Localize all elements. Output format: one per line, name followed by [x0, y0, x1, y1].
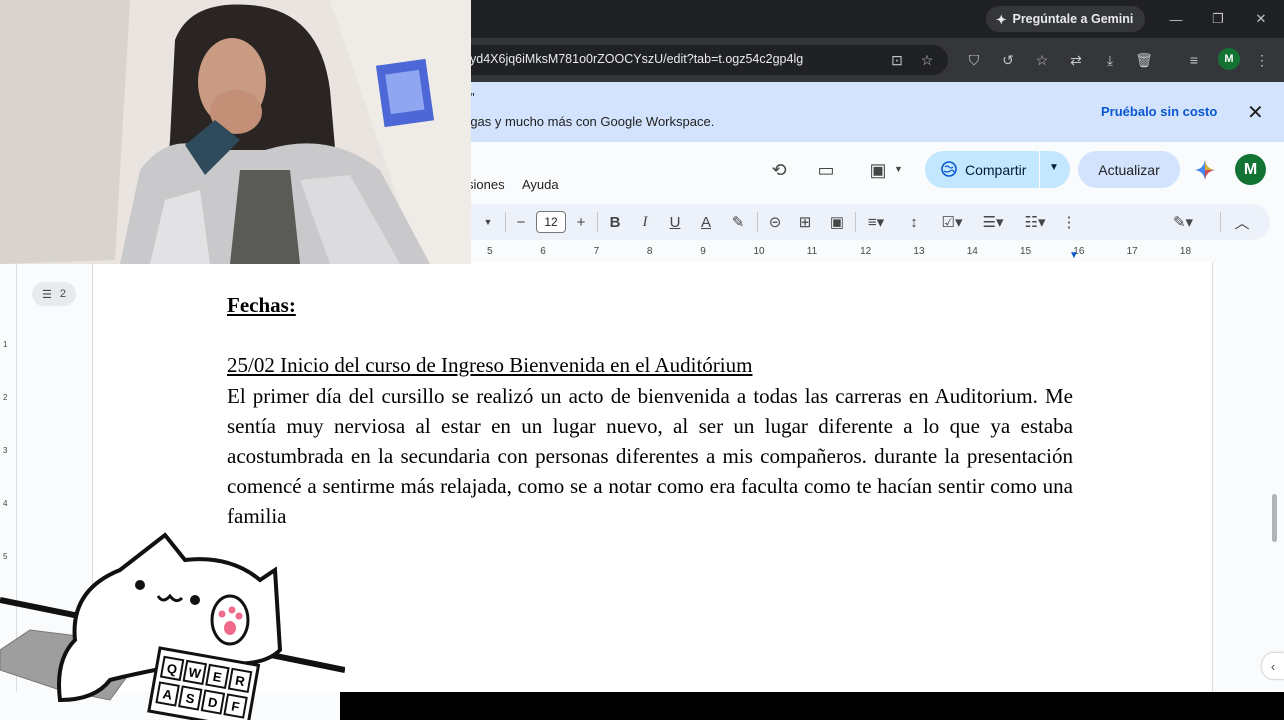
browser-profile-avatar[interactable]: M	[1218, 48, 1240, 70]
toolbar-separator	[1220, 212, 1221, 232]
promo-text: rgas y mucho más con Google Workspace.	[466, 114, 715, 129]
ruler-number: 14	[966, 246, 978, 257]
google-lens-icon[interactable]: ⊡	[886, 49, 908, 71]
browser-menu-icon[interactable]: ⋮	[1251, 49, 1273, 71]
media-queue-icon[interactable]: ≡	[1183, 49, 1205, 71]
account-avatar[interactable]: M	[1235, 154, 1266, 185]
gemini-sparkle-icon: ✦	[996, 12, 1007, 27]
insert-image-icon[interactable]: ▣	[827, 210, 847, 234]
outline-list-icon: ☰	[42, 288, 52, 301]
incognito-icon[interactable]: ⛉	[963, 49, 985, 71]
ask-gemini-label: Pregúntale a Gemini	[1012, 12, 1134, 26]
try-free-link[interactable]: Pruébalo sin costo	[1101, 104, 1217, 119]
cat-eye-left-icon	[135, 580, 145, 590]
bookmark-star-icon[interactable]: ☆	[916, 49, 938, 71]
outline-count: 2	[59, 288, 66, 300]
ruler-number: 13	[913, 246, 925, 257]
ruler-number: 10	[753, 246, 765, 257]
bulleted-list-dropdown-icon[interactable]: ☰▾	[975, 210, 1011, 234]
download-icon[interactable]: ⤓	[1099, 49, 1121, 71]
bold-icon[interactable]: B	[606, 210, 624, 234]
ruler-number: 12	[860, 246, 872, 257]
ruler-number: 11	[806, 246, 818, 257]
entry-title[interactable]: 25/02 Inicio del curso de Ingreso Bienve…	[227, 353, 752, 378]
minimize-icon[interactable]: —	[1165, 8, 1187, 30]
vertical-scrollbar-thumb[interactable]	[1272, 494, 1277, 542]
menu-extensions[interactable]: siones	[467, 177, 505, 192]
ruler-number: 15	[1020, 246, 1032, 257]
section-heading[interactable]: Fechas:	[227, 293, 296, 318]
menu-help[interactable]: Ayuda	[522, 177, 559, 192]
highlight-icon[interactable]: ✎	[728, 210, 748, 234]
font-dropdown-caret-icon[interactable]: ▼	[482, 210, 494, 234]
numbered-list-dropdown-icon[interactable]: ☷▾	[1017, 210, 1053, 234]
favorites-icon[interactable]: ☆	[1031, 49, 1053, 71]
align-dropdown-icon[interactable]: ≡▾	[862, 210, 890, 234]
increase-font-icon[interactable]: +	[572, 210, 590, 234]
vertical-ruler-number: 4	[3, 499, 8, 508]
toolbar-separator	[855, 212, 856, 232]
entry-body-paragraph[interactable]: El primer día del cursillo se realizó un…	[227, 381, 1073, 531]
meet-caret-icon[interactable]: ▼	[894, 164, 903, 174]
vertical-ruler-number: 3	[3, 446, 8, 455]
editing-mode-dropdown-icon[interactable]: ✎▾	[1165, 210, 1201, 234]
close-promo-icon[interactable]: ✕	[1247, 100, 1264, 125]
ruler-number: 6	[540, 246, 546, 257]
history-icon[interactable]: ↺	[997, 49, 1019, 71]
horizontal-ruler	[470, 242, 1215, 262]
side-panel-toggle-icon[interactable]: ‹	[1262, 653, 1284, 679]
share-label: Compartir	[965, 162, 1027, 178]
gemini-icon[interactable]	[1194, 159, 1216, 181]
globe-icon	[941, 161, 957, 177]
ask-gemini-button[interactable]: ✦ Pregúntale a Gemini	[986, 6, 1146, 32]
url-text[interactable]: yd4X6jq6iMksM781o0rZOOCYszU/edit?tab=t.o…	[470, 52, 803, 66]
ruler-number: 8	[646, 246, 653, 257]
restore-icon[interactable]: ❐	[1207, 8, 1229, 30]
comments-icon[interactable]: ▭	[814, 158, 838, 182]
ruler-number: 9	[700, 246, 706, 257]
webcam-person-image	[0, 0, 471, 264]
ruler-number: 17	[1126, 246, 1138, 257]
version-history-icon[interactable]: ⟲	[767, 158, 791, 182]
line-spacing-icon[interactable]: ↕	[903, 210, 925, 234]
bongo-cat-overlay: Q W E RA S D F	[0, 532, 345, 720]
share-divider	[1039, 151, 1040, 188]
ruler-number: 18	[1179, 246, 1192, 257]
close-window-icon[interactable]: ✕	[1250, 8, 1272, 30]
underline-icon[interactable]: U	[666, 210, 684, 234]
share-options-caret-icon[interactable]: ▼	[1049, 162, 1059, 173]
meet-video-icon[interactable]: ▣	[866, 158, 890, 182]
ruler-number: 5	[487, 246, 493, 257]
toolbar-separator	[505, 212, 506, 232]
insert-link-icon[interactable]: ⊝	[765, 210, 785, 234]
vertical-ruler-number: 1	[3, 340, 8, 349]
right-indent-marker-icon[interactable]: ▼	[1069, 250, 1079, 261]
ruler-number: 7	[593, 246, 600, 257]
checklist-dropdown-icon[interactable]: ☑▾	[934, 210, 970, 234]
document-outline-button[interactable]: ☰ 2	[32, 282, 76, 306]
bottom-black-strip	[340, 692, 1284, 720]
italic-icon[interactable]: I	[636, 210, 654, 234]
cat-eye-right-icon	[190, 595, 200, 605]
trash-icon[interactable]: 🗑	[1133, 49, 1155, 71]
text-color-icon[interactable]: A	[696, 210, 716, 234]
toolbar-separator	[757, 212, 758, 232]
hide-menus-chevron-icon[interactable]: ︿	[1232, 210, 1252, 234]
update-button[interactable]: Actualizar	[1078, 151, 1180, 188]
toolbar-separator	[597, 212, 598, 232]
vertical-ruler-number: 2	[3, 393, 8, 402]
add-comment-icon[interactable]: ⊞	[795, 210, 815, 234]
translate-icon[interactable]: ⇄	[1065, 49, 1087, 71]
more-options-icon[interactable]: ⋮	[1062, 210, 1077, 234]
webcam-overlay	[0, 0, 471, 264]
decrease-font-icon[interactable]: −	[512, 210, 530, 234]
font-size-input[interactable]: 12	[536, 211, 566, 233]
